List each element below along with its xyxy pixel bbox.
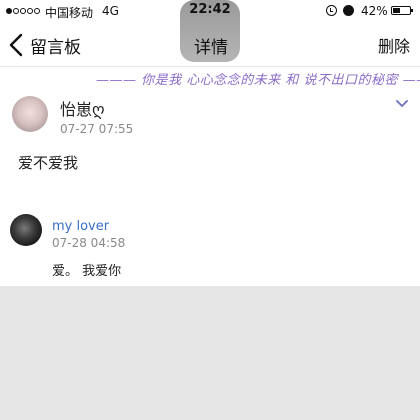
- author-avatar[interactable]: [12, 96, 48, 132]
- signal-strength-icon: [6, 6, 41, 16]
- back-chevron-icon: [9, 33, 23, 57]
- message-card: 怡崽ღ 07-27 07:55 爱不爱我 my lover 07-28 04:5…: [0, 88, 420, 286]
- author-name[interactable]: 怡崽ღ: [60, 96, 105, 120]
- status-time: 22:42: [189, 2, 231, 17]
- orientation-lock-icon: [326, 5, 337, 16]
- decorative-banner: ——— 你是我 心心念念的未来 和 说不出口的秘密 ———: [0, 66, 420, 89]
- reply-time: 07-28 04:58: [52, 236, 126, 250]
- page-title: 详情: [194, 38, 228, 58]
- reply-avatar[interactable]: [10, 214, 42, 246]
- chevron-down-icon[interactable]: [396, 98, 408, 110]
- reply-author-name[interactable]: my lover: [52, 219, 109, 234]
- post-time: 07-27 07:55: [60, 122, 134, 136]
- back-label: 留言板: [30, 37, 81, 58]
- banner-text: ——— 你是我 心心念念的未来 和 说不出口的秘密 ———: [96, 73, 420, 88]
- reply-body: 爱。 我爱你: [52, 264, 122, 279]
- message-detail-screen: 中国移动 4G 42% 留言板 删除 22:42 详情 ——— 你是我 心心念念…: [0, 0, 420, 420]
- back-button[interactable]: 留言板: [6, 30, 81, 60]
- battery-percent: 42%: [361, 4, 388, 18]
- post-body: 爱不爱我: [18, 154, 79, 172]
- battery-icon: [391, 6, 413, 15]
- delete-button[interactable]: 删除: [378, 33, 410, 57]
- carrier-name: 中国移动: [45, 6, 94, 20]
- network-type: 4G: [102, 4, 119, 18]
- alarm-icon: [343, 5, 354, 16]
